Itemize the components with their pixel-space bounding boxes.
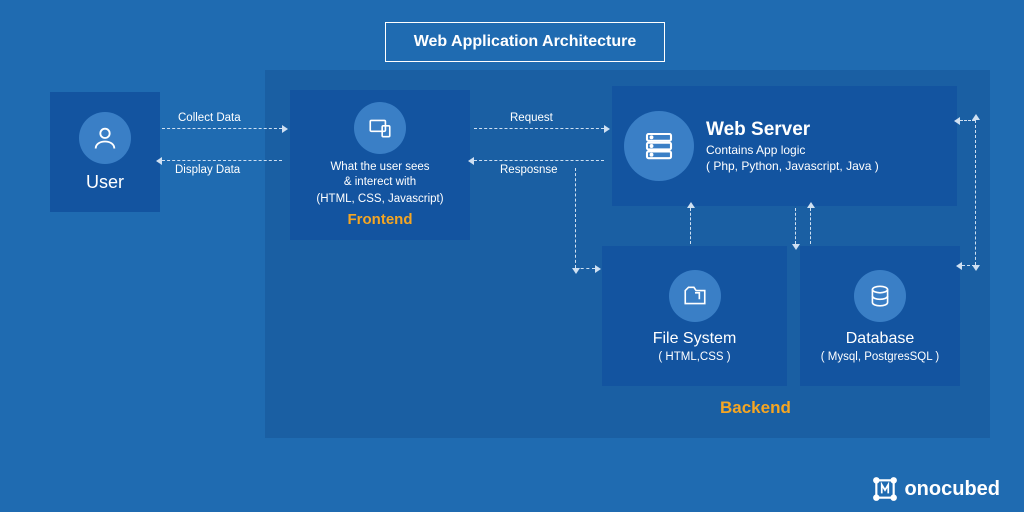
webserver-tech: ( Php, Python, Javascript, Java ) bbox=[706, 159, 879, 173]
arrow-to-filesystem bbox=[575, 268, 595, 269]
label-request: Request bbox=[510, 112, 553, 124]
filesystem-tech: ( HTML,CSS ) bbox=[658, 351, 730, 363]
user-node: User bbox=[50, 92, 160, 212]
user-icon bbox=[79, 112, 131, 164]
frontend-label: Frontend bbox=[348, 211, 413, 228]
folder-icon bbox=[669, 270, 721, 322]
frontend-desc-line1: What the user sees bbox=[330, 161, 429, 173]
database-title: Database bbox=[846, 330, 915, 348]
arrow-db-to-server-left bbox=[810, 208, 811, 244]
webserver-subtitle: Contains App logic bbox=[706, 143, 805, 157]
arrow-server-down-left bbox=[575, 168, 576, 268]
database-node: Database ( Mysql, PostgresSQL ) bbox=[800, 246, 960, 386]
arrow-frontend-to-user bbox=[162, 160, 282, 161]
webserver-title: Web Server bbox=[706, 119, 810, 141]
backend-label: Backend bbox=[720, 398, 791, 418]
server-icon bbox=[624, 111, 694, 181]
logo-icon bbox=[872, 476, 898, 502]
frontend-node: What the user sees & interect with (HTML… bbox=[290, 90, 470, 240]
brand-logo: onocubed bbox=[872, 476, 1000, 502]
devices-icon bbox=[354, 102, 406, 154]
arrow-db-to-server-right-v bbox=[975, 120, 976, 168]
database-icon bbox=[854, 270, 906, 322]
label-collect-data: Collect Data bbox=[178, 112, 241, 124]
arrow-db-to-server-right-h bbox=[960, 120, 975, 121]
frontend-desc: What the user sees & interect with bbox=[330, 160, 429, 190]
brand-text: onocubed bbox=[904, 478, 1000, 501]
label-response: Resposnse bbox=[500, 164, 558, 176]
database-tech: ( Mysql, PostgresSQL ) bbox=[821, 351, 939, 363]
user-label: User bbox=[86, 172, 124, 193]
frontend-desc-line2: & interect with bbox=[344, 176, 416, 188]
filesystem-node: File System ( HTML,CSS ) bbox=[602, 246, 787, 386]
arrow-frontend-to-server bbox=[474, 128, 604, 129]
frontend-tech: (HTML, CSS, Javascript) bbox=[316, 193, 443, 205]
arrow-server-to-db-left bbox=[795, 208, 796, 244]
arrow-server-down-right-v bbox=[975, 170, 976, 265]
arrow-server-to-frontend bbox=[474, 160, 604, 161]
arrow-to-db-right bbox=[962, 265, 975, 266]
label-display-data: Display Data bbox=[175, 164, 240, 176]
arrow-filesystem-to-server-v bbox=[690, 208, 691, 244]
filesystem-title: File System bbox=[653, 330, 737, 348]
webserver-node: Web Server Contains App logic ( Php, Pyt… bbox=[612, 86, 957, 206]
arrow-user-to-frontend bbox=[162, 128, 282, 129]
diagram-title: Web Application Architecture bbox=[385, 22, 665, 62]
